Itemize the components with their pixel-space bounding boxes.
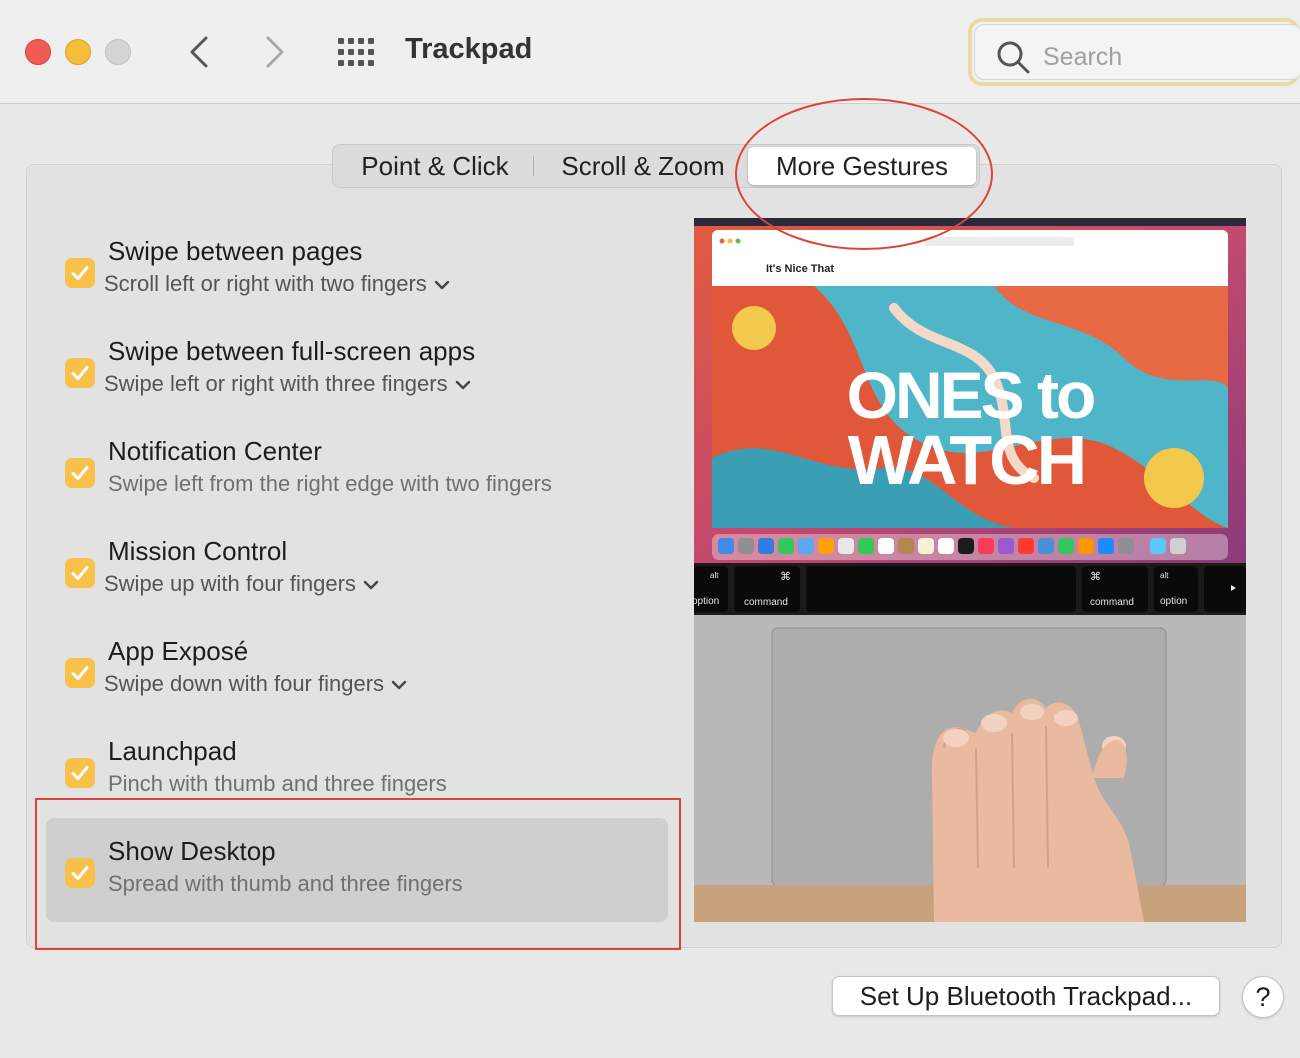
headline-line-2: WATCH (848, 421, 1084, 499)
swipe-between-apps-checkbox[interactable] (65, 358, 95, 388)
annotation-ellipse (735, 98, 993, 250)
tab-scroll-and-zoom[interactable]: Scroll & Zoom (545, 145, 741, 187)
gesture-item-app-expose: App Exposé Swipe down with four fingers (60, 636, 680, 716)
gesture-title: Swipe between full-screen apps (108, 336, 476, 366)
setup-bluetooth-trackpad-button[interactable]: Set Up Bluetooth Trackpad... (832, 976, 1220, 1016)
launchpad-checkbox[interactable] (65, 758, 95, 788)
chevron-down-icon (391, 680, 407, 690)
key-label: alt (710, 571, 719, 580)
gesture-subtitle: Swipe left from the right edge with two … (108, 471, 552, 496)
gesture-title: App Exposé (108, 636, 249, 666)
forward-button[interactable] (254, 32, 294, 72)
gesture-title: Launchpad (108, 736, 237, 766)
chevron-down-icon (455, 380, 470, 390)
gesture-item-swipe-between-full-screen-apps: Swipe between full-screen apps Swipe lef… (60, 336, 680, 416)
checkmark-icon (71, 766, 89, 780)
search-input[interactable]: Search (974, 24, 1300, 80)
help-button[interactable]: ? (1242, 976, 1284, 1018)
checkmark-icon (71, 566, 89, 580)
gesture-option-dropdown[interactable]: Swipe down with four fingers (104, 671, 408, 697)
key-label: option (694, 596, 719, 607)
back-button[interactable] (180, 32, 220, 72)
gesture-option-dropdown[interactable]: Swipe left or right with three fingers (104, 371, 472, 397)
checkmark-icon (71, 666, 89, 680)
checkmark-icon (71, 466, 89, 480)
gesture-subtitle: Swipe down with four fingers (104, 671, 385, 696)
key-label: command (1090, 597, 1134, 608)
checkmark-icon (71, 266, 89, 280)
key-label: ⌘ (780, 570, 791, 583)
show-all-grid-button[interactable] (336, 36, 376, 68)
zoom-window-button[interactable] (105, 39, 131, 65)
gesture-item-mission-control: Mission Control Swipe up with four finge… (60, 536, 680, 616)
key-label: command (744, 597, 788, 608)
grid-icon (338, 38, 374, 66)
tab-separator (533, 156, 534, 176)
search-placeholder: Search (1043, 43, 1123, 71)
preview-illustration: It's Nice That ONES to WATCH alt option … (694, 218, 1246, 922)
gesture-subtitle: Scroll left or right with two fingers (104, 271, 427, 296)
window-title: Trackpad (405, 33, 533, 65)
chevron-left-icon (190, 36, 208, 68)
close-window-button[interactable] (25, 39, 51, 65)
gesture-title: Swipe between pages (108, 236, 363, 266)
minimize-window-button[interactable] (65, 39, 91, 65)
notification-center-checkbox[interactable] (65, 458, 95, 488)
search-field[interactable]: Search (968, 18, 1300, 86)
gesture-title: Mission Control (108, 536, 288, 566)
checkmark-icon (71, 366, 89, 380)
chevron-down-icon (434, 280, 449, 290)
gesture-option-dropdown[interactable]: Scroll left or right with two fingers (104, 271, 451, 297)
key-label: ⌘ (1090, 570, 1101, 583)
chevron-down-icon (363, 580, 379, 590)
gesture-preview-video: It's Nice That ONES to WATCH alt option … (694, 218, 1246, 922)
key-label: alt (1160, 571, 1169, 580)
tab-point-and-click[interactable]: Point & Click (339, 145, 531, 187)
annotation-rectangle (35, 798, 681, 950)
gesture-subtitle: Swipe left or right with three fingers (104, 371, 448, 396)
chevron-right-icon (266, 36, 284, 68)
gesture-option-dropdown[interactable]: Swipe up with four fingers (104, 571, 380, 597)
gesture-item-swipe-between-pages: Swipe between pages Scroll left or right… (60, 236, 680, 316)
gesture-subtitle: Swipe up with four fingers (104, 571, 356, 596)
app-expose-checkbox[interactable] (65, 658, 95, 688)
search-icon (997, 41, 1030, 74)
gesture-item-notification-center: Notification Center Swipe left from the … (60, 436, 680, 516)
swipe-between-pages-checkbox[interactable] (65, 258, 95, 288)
title-bar: Trackpad Search (0, 0, 1300, 104)
gesture-subtitle: Pinch with thumb and three fingers (108, 771, 447, 796)
gesture-title: Notification Center (108, 436, 322, 466)
site-name: It's Nice That (766, 263, 834, 275)
key-label: option (1160, 596, 1187, 607)
mission-control-checkbox[interactable] (65, 558, 95, 588)
